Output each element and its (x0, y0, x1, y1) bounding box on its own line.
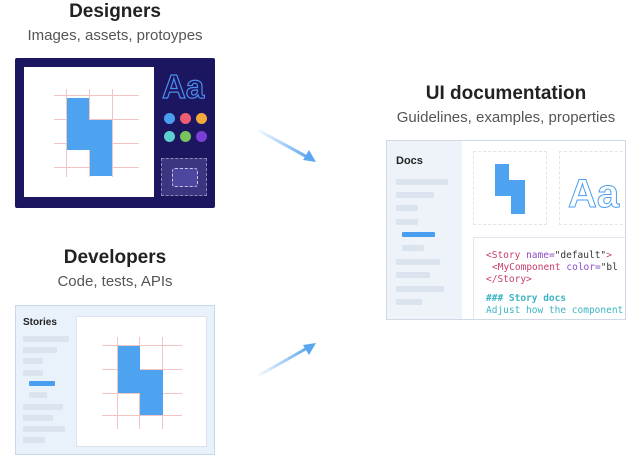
code-line: Adjust how the component (486, 305, 624, 316)
docs-sidebar: Docs (387, 141, 462, 319)
sidebar-item (396, 179, 448, 185)
sidebar-item (396, 192, 434, 198)
sidebar-item (23, 336, 69, 342)
stories-sidebar-title: Stories (23, 317, 57, 328)
arrow-developers-to-docs (257, 343, 316, 378)
docs-subtitle: Guidelines, examples, properties (396, 109, 616, 126)
sidebar-item (23, 426, 65, 432)
designers-subtitle: Images, assets, protoypes (27, 27, 203, 44)
docs-code-block: <Story name="default"> <MyComponent colo… (473, 237, 625, 319)
code-attr: color= (566, 262, 601, 273)
guide-line (102, 345, 182, 346)
guide-line (112, 89, 113, 177)
designer-canvas (24, 67, 154, 197)
sidebar-item (396, 259, 440, 265)
code-line: <Story name="default"> (486, 250, 612, 261)
component-asset-inner (172, 168, 198, 187)
code-line: <MyComponent color="bl (492, 262, 618, 273)
sidebar-item (396, 286, 444, 292)
component-asset-icon (161, 158, 207, 196)
developers-subtitle: Code, tests, APIs (57, 273, 173, 290)
code-string: "bl (600, 262, 618, 273)
layout-block-shape (67, 98, 89, 120)
typography-glyph: Aa (161, 68, 205, 105)
color-swatch (180, 113, 191, 124)
code-line: </Story> (486, 274, 532, 285)
color-swatch (180, 131, 191, 142)
code-tag: <MyComponent (492, 262, 561, 273)
sidebar-item (23, 437, 45, 443)
sidebar-item (23, 370, 43, 376)
designers-title: Designers (69, 1, 161, 22)
sidebar-item (23, 404, 63, 410)
docs-preview-shape (473, 151, 547, 225)
layout-block-shape (495, 164, 509, 180)
layout-block-shape (140, 393, 163, 415)
layout-block-shape (495, 180, 525, 196)
color-swatch (164, 113, 175, 124)
developers-title: Developers (63, 247, 167, 268)
storybook-card: Stories (15, 305, 215, 455)
code-tag: > (606, 250, 612, 261)
sidebar-item (396, 299, 422, 305)
color-swatch (196, 113, 207, 124)
code-line: ### Story docs (486, 293, 567, 304)
sidebar-item-active (402, 232, 435, 237)
layout-block-shape (90, 150, 112, 176)
color-swatch (196, 131, 207, 142)
sidebar-item (396, 219, 418, 225)
sidebar-item (402, 245, 424, 251)
arrow-designers-to-docs (257, 128, 316, 162)
sidebar-item-active (29, 381, 55, 386)
docs-title: UI documentation (425, 83, 587, 104)
docs-card: Docs Aa <Story name="default"> <MyCompon… (386, 140, 626, 320)
color-swatch (164, 131, 175, 142)
sidebar-item (396, 205, 418, 211)
designer-artboard-card: Aa (15, 58, 215, 208)
code-attr: name= (526, 250, 555, 261)
docs-sidebar-title: Docs (396, 155, 423, 167)
typography-glyph: Aa (567, 172, 620, 216)
layout-block-shape (67, 120, 112, 150)
sidebar-item (23, 415, 53, 421)
sidebar-item (29, 392, 47, 398)
layout-block-shape (118, 346, 140, 370)
story-canvas (76, 316, 207, 447)
guide-line (102, 415, 182, 416)
code-string: "default" (554, 250, 607, 261)
docs-preview-typography: Aa (559, 151, 625, 225)
sidebar-item (23, 347, 57, 353)
sidebar-item (23, 358, 43, 364)
sidebar-item (396, 272, 430, 278)
layout-block-shape (511, 196, 525, 214)
code-tag: <Story (486, 250, 521, 261)
layout-block-shape (118, 370, 163, 393)
